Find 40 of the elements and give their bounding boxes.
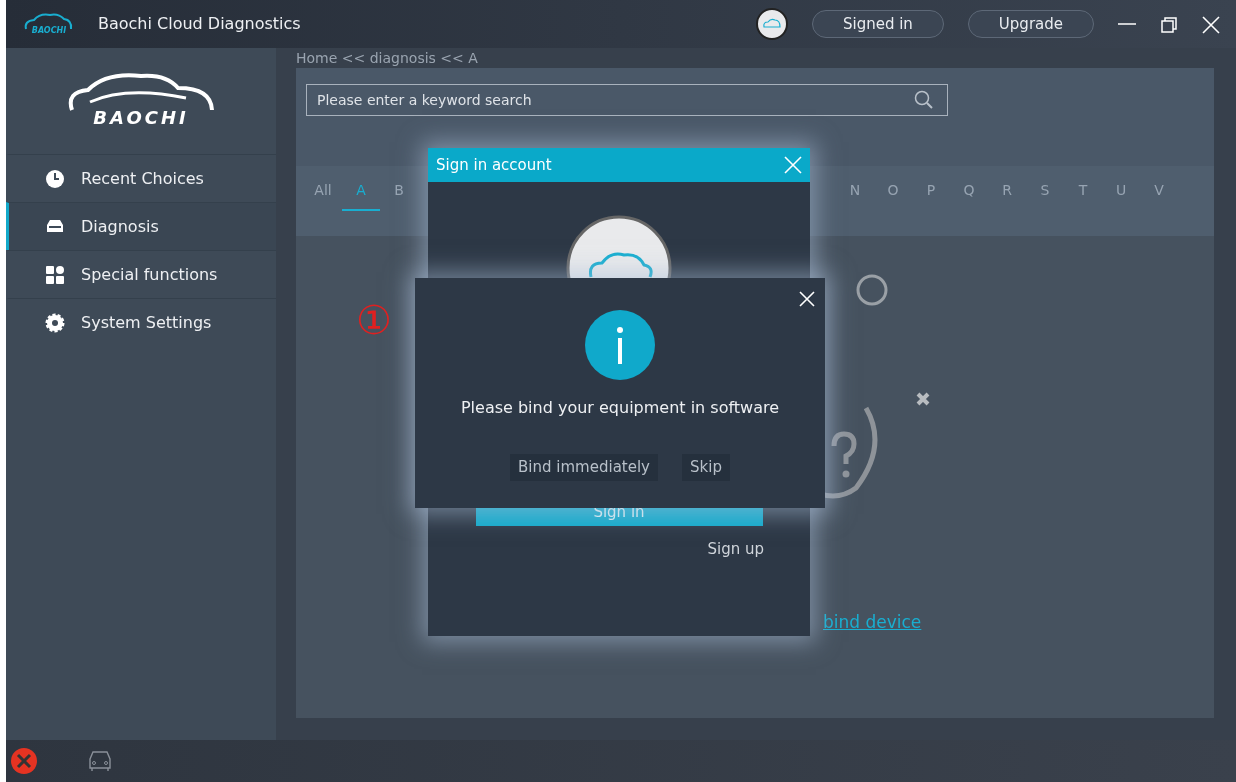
- dialog-button[interactable]: Skip: [682, 454, 730, 481]
- header-button[interactable]: Signed in: [811, 9, 944, 39]
- sidebar-item[interactable]: Diagnosis: [6, 202, 276, 250]
- logo-text: BAOCHI: [30, 25, 68, 37]
- header-button[interactable]: Upgrade: [967, 9, 1094, 39]
- breadcrumb: Home << diagnosis << A: [296, 49, 479, 68]
- letter-tab[interactable]: P: [912, 180, 950, 211]
- clock-icon: [45, 168, 65, 189]
- avatar-icon: [566, 215, 672, 278]
- gear-icon: [45, 312, 65, 333]
- search-field[interactable]: Please enter a keyword search: [306, 84, 948, 116]
- circle-icon: [856, 274, 888, 306]
- letter-tab[interactable]: V: [1140, 180, 1178, 211]
- letter-tab[interactable]: B: [380, 180, 418, 211]
- logo-text: BAOCHI: [93, 105, 189, 130]
- minimize-icon: [1118, 23, 1136, 25]
- letter-tab[interactable]: O: [874, 180, 912, 211]
- bind-device-link[interactable]: bind device: [823, 612, 922, 632]
- dialog-title: Sign in account: [436, 154, 552, 176]
- sidebar-item[interactable]: System Settings: [6, 298, 276, 346]
- step-marker: ①: [356, 300, 392, 340]
- letter-tab[interactable]: A: [342, 180, 380, 211]
- letter-tab[interactable]: S: [1026, 180, 1064, 211]
- letter-tab[interactable]: R: [988, 180, 1026, 211]
- dialog-button[interactable]: Bind immediately: [510, 454, 658, 481]
- grid-icon: [45, 264, 65, 285]
- info-icon: [585, 310, 655, 380]
- letter-tab[interactable]: Q: [950, 180, 988, 211]
- avatar-icon[interactable]: [755, 8, 788, 40]
- cross-icon: [916, 392, 930, 406]
- letter-tab[interactable]: All: [304, 180, 342, 211]
- letter-tab[interactable]: U: [1102, 180, 1140, 211]
- sidebar-item[interactable]: Special functions: [6, 250, 276, 298]
- sign-up-link[interactable]: Sign up: [707, 538, 764, 561]
- dialog-message: Please bind your equipment in software: [460, 397, 780, 419]
- letter-tab[interactable]: T: [1064, 180, 1102, 211]
- search-icon[interactable]: [914, 90, 934, 110]
- error-icon[interactable]: [10, 747, 38, 775]
- window-title: Baochi Cloud Diagnostics: [98, 13, 301, 35]
- letter-tab[interactable]: N: [836, 180, 874, 211]
